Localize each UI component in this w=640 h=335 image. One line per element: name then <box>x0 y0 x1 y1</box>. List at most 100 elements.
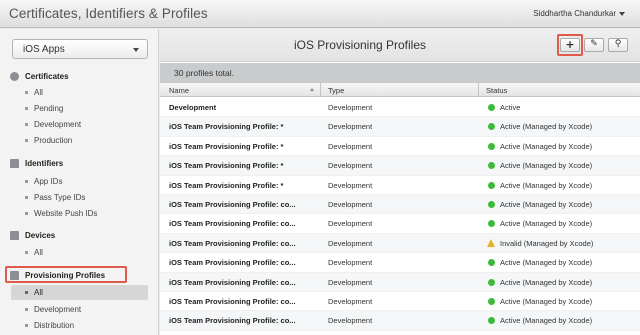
main-header: iOS Provisioning Profiles + ✎ ⚲ <box>160 29 640 62</box>
profile-type: Development <box>328 161 373 171</box>
profile-name: iOS Team Provisioning Profile: co... <box>169 199 296 209</box>
user-menu[interactable]: Siddhartha Chandurkar <box>533 9 616 18</box>
warning-icon <box>487 238 495 247</box>
profile-type: Development <box>328 238 373 248</box>
table-row[interactable]: Development Development Active <box>160 98 640 118</box>
add-button-highlight <box>557 34 583 56</box>
table-row[interactable]: iOS Team Provisioning Profile: * Developm… <box>160 176 640 195</box>
sidebar: iOS Apps Certificates All Pending Develo… <box>0 29 159 335</box>
status-active-icon <box>488 259 495 267</box>
column-header-type[interactable]: Type <box>328 86 344 95</box>
edit-icon: ✎ <box>590 39 598 49</box>
profile-name: iOS Team Provisioning Profile: * <box>169 161 284 171</box>
section-title: iOS Provisioning Profiles <box>293 38 427 52</box>
table-row[interactable]: iOS Team Provisioning Profile: * Developm… <box>160 117 640 137</box>
table-row[interactable]: iOS Team Provisioning Profile: co... Deve… <box>160 194 640 215</box>
table-row[interactable]: iOS Team Provisioning Profile: co... Deve… <box>160 253 640 273</box>
column-header-name[interactable]: Name <box>169 86 189 95</box>
profile-status: Active (Managed by Xcode) <box>500 122 593 132</box>
profile-type: Development <box>328 180 373 190</box>
table-row[interactable]: iOS Team Provisioning Profile: co... Deve… <box>160 311 640 331</box>
profile-status: Active (Managed by Xcode) <box>500 277 593 287</box>
table-row[interactable]: iOS Team Provisioning Profile: co... Deve… <box>160 233 640 254</box>
bullet-icon <box>25 196 28 199</box>
table-row[interactable]: iOS Team Provisioning Profile: * Developm… <box>160 137 640 157</box>
sidebar-item-certificates-pending[interactable]: Pending <box>0 101 158 116</box>
main-panel: iOS Provisioning Profiles + ✎ ⚲ 30 profi… <box>160 29 640 335</box>
sort-ascending-icon[interactable] <box>310 88 314 91</box>
status-active-icon <box>488 200 495 208</box>
chevron-down-icon[interactable] <box>619 12 625 16</box>
profile-name: iOS Team Provisioning Profile: * <box>169 122 284 132</box>
profile-type: Development <box>328 258 373 268</box>
profiles-count: 30 profiles total. <box>174 68 235 78</box>
profile-type: Development <box>328 103 373 112</box>
profile-name: iOS Team Provisioning Profile: co... <box>169 277 296 287</box>
profile-name: iOS Team Provisioning Profile: co... <box>169 296 296 306</box>
profile-type: Development <box>328 296 373 306</box>
profile-status: Active <box>500 103 521 112</box>
profile-status: Invalid (Managed by Xcode) <box>500 238 594 248</box>
column-header-status[interactable]: Status <box>486 86 507 95</box>
profiles-count-bar: 30 profiles total. <box>160 63 640 83</box>
bullet-icon <box>25 107 28 110</box>
profile-status: Active (Managed by Xcode) <box>500 219 593 229</box>
profile-name: iOS Team Provisioning Profile: co... <box>169 238 296 248</box>
sidebar-item-pass-type-ids[interactable]: Pass Type IDs <box>0 190 158 205</box>
sidebar-item-certificates-production[interactable]: Production <box>0 133 158 148</box>
status-active-icon <box>488 220 495 228</box>
bullet-icon <box>25 324 28 327</box>
profile-name: iOS Team Provisioning Profile: co... <box>169 316 296 326</box>
status-active-icon <box>488 278 495 286</box>
profile-type: Development <box>328 316 373 326</box>
table-row[interactable]: iOS Team Provisioning Profile: co... Deve… <box>160 292 640 312</box>
status-active-icon <box>488 104 495 111</box>
profile-status: Active (Managed by Xcode) <box>500 316 593 326</box>
provisioning-profiles-highlight <box>5 266 127 283</box>
chevron-down-icon <box>133 48 139 52</box>
profile-type: Development <box>328 141 373 151</box>
bullet-icon <box>25 251 28 254</box>
sidebar-item-certificates-all[interactable]: All <box>0 85 158 100</box>
sidebar-item-app-ids[interactable]: App IDs <box>0 174 158 189</box>
profile-type: Development <box>328 199 373 209</box>
sidebar-item-devices-all[interactable]: All <box>0 245 158 260</box>
profile-type: Development <box>328 219 373 229</box>
table-header: Name Type Status <box>160 83 640 97</box>
bullet-icon <box>25 91 28 94</box>
search-button[interactable]: ⚲ <box>608 38 628 52</box>
status-active-icon <box>488 162 495 170</box>
profile-status: Active (Managed by Xcode) <box>500 141 593 151</box>
platform-select-label: iOS Apps <box>23 44 65 55</box>
bullet-icon <box>25 180 28 183</box>
sidebar-item-website-push-ids[interactable]: Website Push IDs <box>0 206 158 221</box>
profile-status: Active (Managed by Xcode) <box>500 258 593 268</box>
profile-status: Active (Managed by Xcode) <box>500 161 593 171</box>
profiles-table: Development Development Active iOS Team Pro… <box>160 98 640 331</box>
table-row[interactable]: iOS Team Provisioning Profile: * Developm… <box>160 156 640 176</box>
table-row[interactable]: iOS Team Provisioning Profile: co... Deve… <box>160 214 640 234</box>
profile-status: Active (Managed by Xcode) <box>500 199 593 209</box>
status-active-icon <box>488 123 495 131</box>
profile-name: iOS Team Provisioning Profile: co... <box>169 258 296 268</box>
profile-name: iOS Team Provisioning Profile: * <box>169 180 284 190</box>
status-active-icon <box>488 297 495 305</box>
bullet-icon <box>25 139 28 142</box>
bullet-icon <box>25 308 28 311</box>
table-row[interactable]: iOS Team Provisioning Profile: co... Deve… <box>160 272 640 292</box>
sidebar-item-profiles-all[interactable]: All <box>11 285 148 300</box>
page-title: Certificates, Identifiers & Profiles <box>9 6 208 21</box>
id-icon <box>10 159 19 168</box>
profile-name: iOS Team Provisioning Profile: co... <box>169 219 296 229</box>
sidebar-item-profiles-distribution[interactable]: Distribution <box>0 318 158 333</box>
bullet-icon <box>25 291 28 294</box>
top-bar: Certificates, Identifiers & Profiles Sid… <box>0 0 640 28</box>
edit-button[interactable]: ✎ <box>584 38 604 52</box>
platform-select[interactable]: iOS Apps <box>12 39 148 59</box>
status-active-icon <box>488 181 495 189</box>
sidebar-item-certificates-development[interactable]: Development <box>0 117 158 132</box>
status-active-icon <box>488 142 495 150</box>
sidebar-item-profiles-development[interactable]: Development <box>0 302 158 317</box>
status-active-icon <box>488 317 495 325</box>
search-icon: ⚲ <box>614 39 622 49</box>
